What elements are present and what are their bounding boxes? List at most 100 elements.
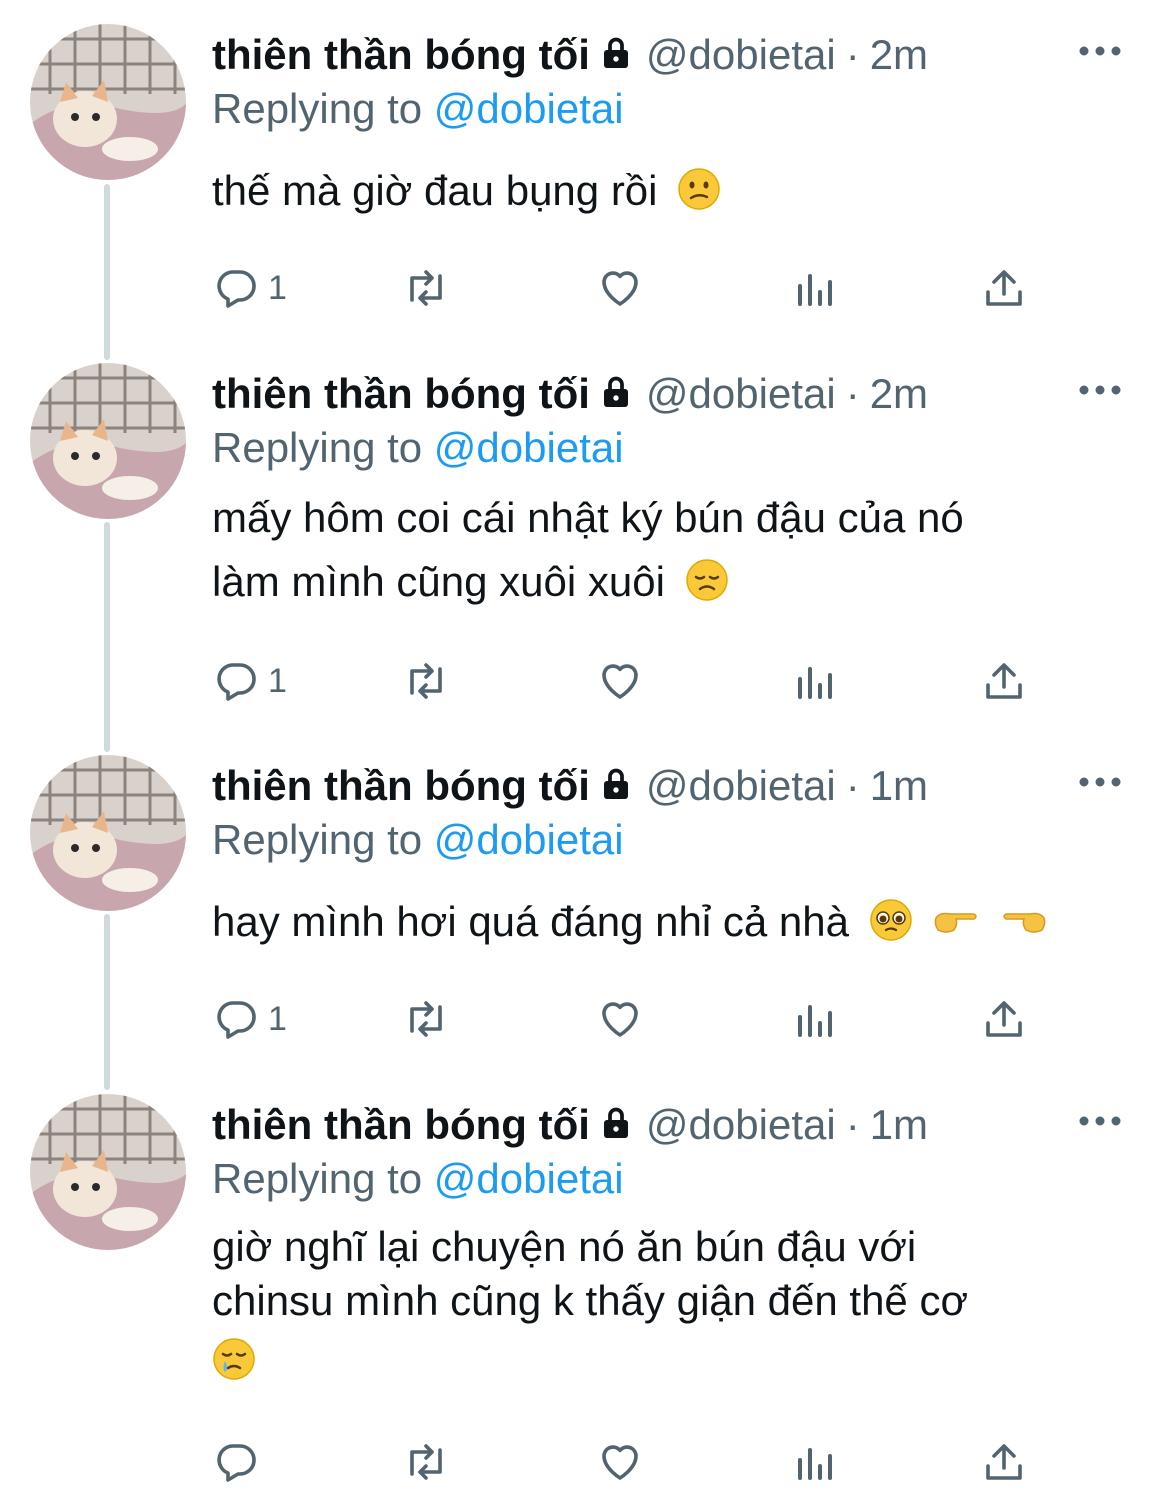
reply-icon <box>217 1444 256 1482</box>
tweet-text: thế mà giờ đau bụng rồi <box>212 164 1132 218</box>
tweet-text-line: mấy hôm coi cái nhật ký bún đậu của nó <box>212 494 964 541</box>
user-handle[interactable]: @dobietai <box>646 1101 836 1148</box>
crying-face-emoji <box>213 1338 255 1380</box>
tweet-header: thiên thần bóng tối @dobietai · 1m <box>212 759 1150 813</box>
tweet-text-line: thế mà giờ đau bụng rồi <box>212 167 658 214</box>
more-options-icon[interactable] <box>1076 375 1124 405</box>
analytics-button[interactable] <box>790 260 838 316</box>
retweet-icon <box>410 1001 442 1037</box>
display-name[interactable]: thiên thần bóng tối <box>212 762 590 809</box>
separator-dot: · <box>845 762 860 809</box>
tweet-text-line: hay mình hơi quá đáng nhỉ cả nhà <box>212 898 849 945</box>
display-name[interactable]: thiên thần bóng tối <box>212 370 590 417</box>
share-icon <box>986 663 1022 699</box>
reply-count: 1 <box>268 999 287 1038</box>
pointing-right-emoji <box>934 912 978 933</box>
tweet[interactable]: thiên thần bóng tối @dobietai · 1m Replying… <box>0 731 1170 1071</box>
like-button[interactable] <box>596 991 644 1047</box>
share-button[interactable] <box>980 991 1028 1047</box>
reply-count: 1 <box>268 661 287 700</box>
tweet-actions: 1 <box>212 653 1042 709</box>
retweet-icon <box>410 663 442 699</box>
timestamp[interactable]: 1m <box>870 1101 928 1148</box>
user-handle[interactable]: @dobietai <box>646 31 836 78</box>
reply-button[interactable]: 1 <box>212 260 287 316</box>
lock-icon <box>603 1107 628 1138</box>
cat-avatar-image <box>30 755 186 911</box>
confused-face-emoji <box>678 168 720 210</box>
more-options-icon[interactable] <box>1076 1106 1124 1136</box>
reply-icon <box>217 1001 256 1039</box>
analytics-icon <box>798 1005 832 1037</box>
avatar[interactable] <box>30 24 186 180</box>
share-button[interactable] <box>980 260 1028 316</box>
separator-dot: · <box>845 31 860 78</box>
reply-button[interactable] <box>212 1434 268 1490</box>
replying-to: Replying to @dobietai <box>212 421 624 475</box>
tweet-header: thiên thần bóng tối @dobietai · 2m <box>212 367 1150 421</box>
analytics-button[interactable] <box>790 653 838 709</box>
share-button[interactable] <box>980 1434 1028 1490</box>
replying-to-label: Replying to <box>212 1155 423 1202</box>
reply-button[interactable]: 1 <box>212 653 287 709</box>
like-button[interactable] <box>596 1434 644 1490</box>
user-handle[interactable]: @dobietai <box>646 762 836 809</box>
tweet[interactable]: thiên thần bóng tối @dobietai · 1m Replying… <box>0 1070 1170 1512</box>
like-button[interactable] <box>596 260 644 316</box>
cat-avatar-image <box>30 24 186 180</box>
tweet[interactable]: thiên thần bóng tối @dobietai · 2m Replying… <box>0 0 1170 340</box>
analytics-icon <box>798 1448 832 1480</box>
analytics-button[interactable] <box>790 991 838 1047</box>
share-icon <box>986 270 1022 306</box>
mention-link[interactable]: @dobietai <box>434 816 624 863</box>
display-name[interactable]: thiên thần bóng tối <box>212 31 590 78</box>
retweet-button[interactable] <box>402 653 450 709</box>
heart-icon <box>602 1445 638 1480</box>
heart-icon <box>602 1002 638 1037</box>
replying-to-label: Replying to <box>212 85 423 132</box>
retweet-icon <box>410 270 442 306</box>
replying-to: Replying to @dobietai <box>212 1152 624 1206</box>
timestamp[interactable]: 2m <box>870 31 928 78</box>
avatar[interactable] <box>30 363 186 519</box>
analytics-icon <box>798 274 832 306</box>
tweet-text: mấy hôm coi cái nhật ký bún đậu của nó l… <box>212 491 1132 619</box>
like-button[interactable] <box>596 653 644 709</box>
reply-icon <box>217 270 256 308</box>
heart-icon <box>602 664 638 699</box>
more-options-icon[interactable] <box>1076 36 1124 66</box>
user-handle[interactable]: @dobietai <box>646 370 836 417</box>
timestamp[interactable]: 2m <box>870 370 928 417</box>
reply-count: 1 <box>268 268 287 307</box>
lock-icon <box>603 376 628 407</box>
retweet-icon <box>410 1444 442 1480</box>
cat-avatar-image <box>30 1094 186 1250</box>
avatar[interactable] <box>30 755 186 911</box>
reply-button[interactable]: 1 <box>212 991 287 1047</box>
tweet-text-line: chinsu mình cũng k thấy giận đến thế cơ <box>212 1277 968 1324</box>
separator-dot: · <box>845 370 860 417</box>
display-name[interactable]: thiên thần bóng tối <box>212 1101 590 1148</box>
tweet[interactable]: thiên thần bóng tối @dobietai · 2m Replying… <box>0 339 1170 731</box>
analytics-button[interactable] <box>790 1434 838 1490</box>
pleading-face-emoji <box>869 899 912 941</box>
avatar[interactable] <box>30 1094 186 1250</box>
share-icon <box>986 1444 1022 1480</box>
mention-link[interactable]: @dobietai <box>434 85 624 132</box>
tweet-text-line: làm mình cũng xuôi xuôi <box>212 558 665 605</box>
retweet-button[interactable] <box>402 991 450 1047</box>
tweet-header: thiên thần bóng tối @dobietai · 2m <box>212 28 1150 82</box>
share-button[interactable] <box>980 653 1028 709</box>
mention-link[interactable]: @dobietai <box>434 1155 624 1202</box>
retweet-button[interactable] <box>402 1434 450 1490</box>
tweet-actions <box>212 1434 1042 1490</box>
disappointed-face-emoji <box>685 559 728 601</box>
share-icon <box>986 1001 1022 1037</box>
more-options-icon[interactable] <box>1076 767 1124 797</box>
mention-link[interactable]: @dobietai <box>434 424 624 471</box>
tweet-text: giờ nghĩ lại chuyện nó ăn bún đậu với ch… <box>212 1220 1132 1394</box>
tweet-actions: 1 <box>212 991 1042 1047</box>
tweet-text-line: giờ nghĩ lại chuyện nó ăn bún đậu với <box>212 1223 917 1270</box>
timestamp[interactable]: 1m <box>870 762 928 809</box>
retweet-button[interactable] <box>402 260 450 316</box>
